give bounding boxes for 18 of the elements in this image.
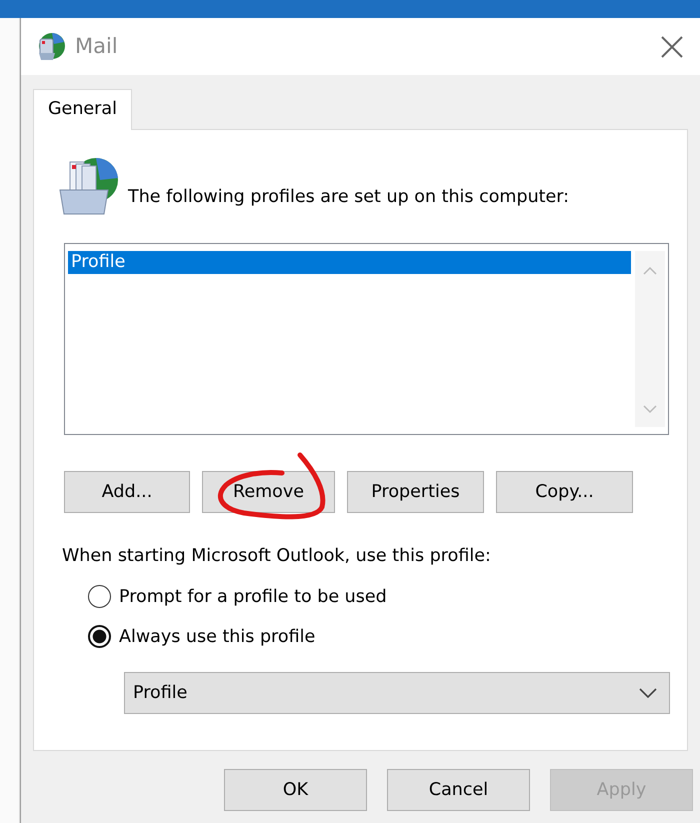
scrollbar[interactable] (635, 251, 665, 428)
profile-button[interactable]: Copy... (496, 471, 633, 514)
profile-list[interactable]: Profile (64, 243, 669, 436)
window-title: Mail (75, 32, 118, 60)
dialog-button[interactable]: OK (224, 769, 367, 812)
radio-label[interactable]: Prompt for a profile to be used (119, 584, 387, 610)
intro-text: The following profiles are set up on this computer: (128, 186, 570, 209)
tab[interactable]: General (33, 89, 132, 130)
startup-label: When starting Microsoft Outlook, use this profile: (62, 545, 492, 568)
profile-button[interactable]: Add... (64, 471, 190, 514)
radio-label[interactable]: Always use this profile (119, 624, 316, 650)
radio-button[interactable] (88, 585, 111, 608)
profile-item[interactable]: Profile (68, 251, 631, 274)
radio-button[interactable] (88, 625, 111, 648)
dialog-button[interactable]: Cancel (387, 769, 530, 812)
profile-button[interactable]: Properties (347, 471, 484, 514)
profile-dropdown[interactable]: Profile (124, 672, 670, 714)
chevron-down-icon (639, 688, 657, 698)
